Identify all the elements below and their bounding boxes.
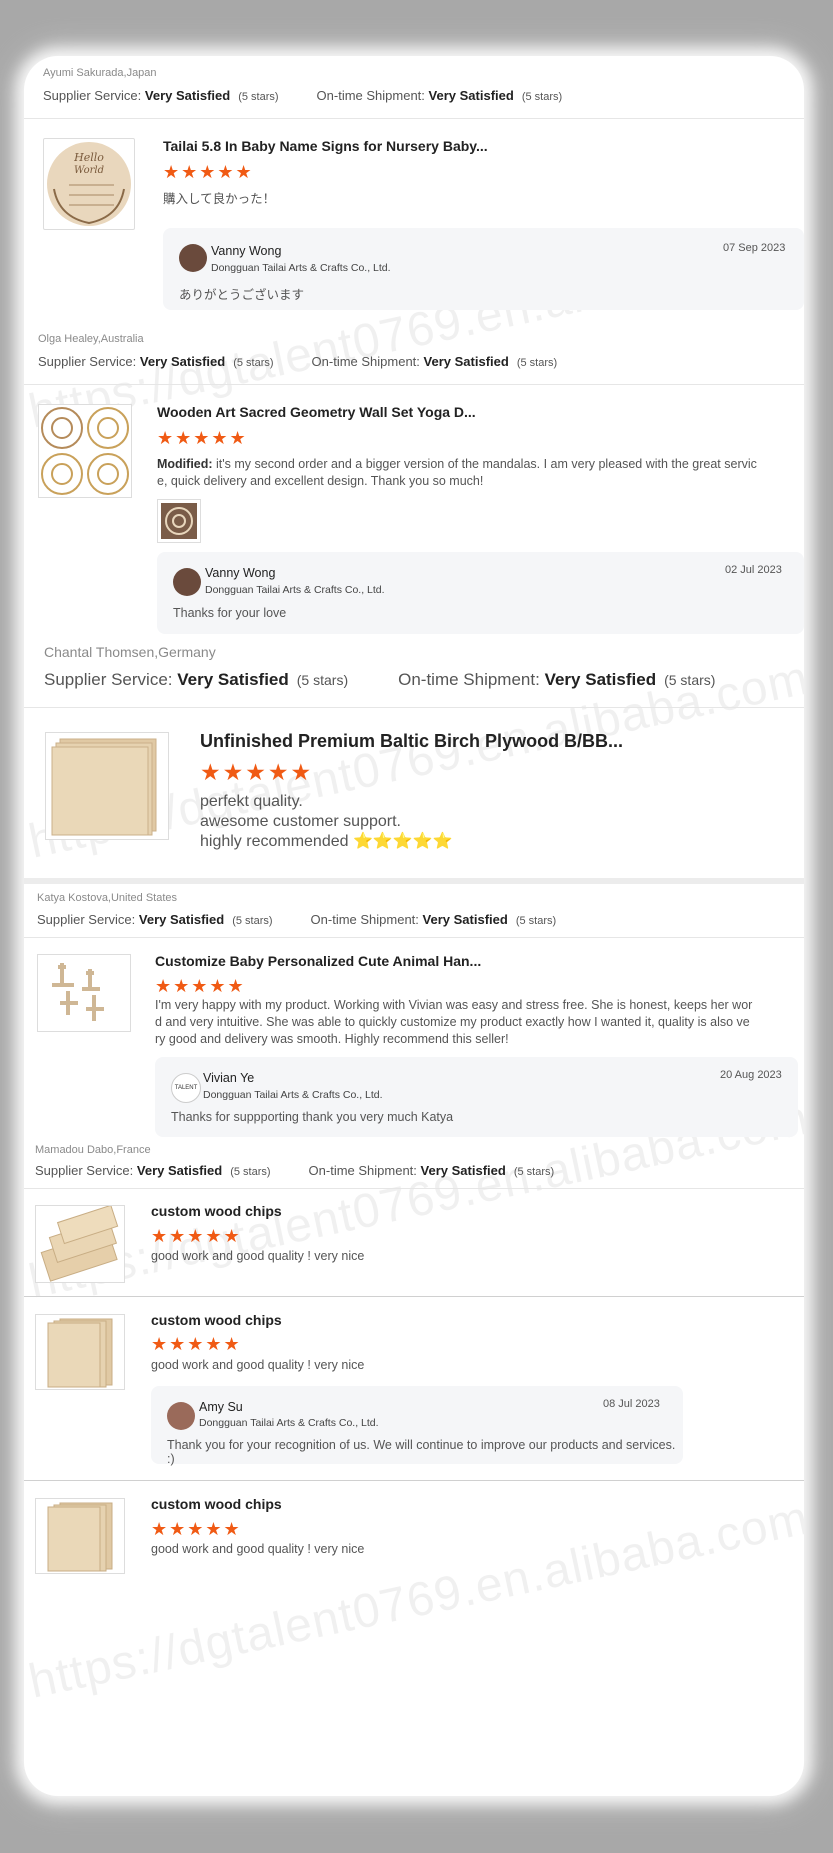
reply-message: Thank you for your recognition of us. We… — [167, 1438, 676, 1466]
avatar — [179, 244, 207, 272]
product-title[interactable]: Customize Baby Personalized Cute Animal … — [155, 953, 481, 969]
product-thumbnail[interactable] — [38, 404, 132, 498]
reply-date: 07 Sep 2023 — [723, 242, 786, 254]
satisfaction-row: Supplier Service: Very Satisfied (5 stars… — [44, 670, 716, 689]
product-thumbnail[interactable] — [35, 1498, 125, 1574]
rating-stars: ★★★★★ — [200, 759, 314, 785]
product-title[interactable]: Wooden Art Sacred Geometry Wall Set Yoga… — [157, 404, 476, 420]
reviews-card: https://dgtalent0769.en.alibaba.com/ htt… — [24, 56, 804, 1796]
reply-message: Thanks for suppporting thank you very mu… — [171, 1110, 454, 1124]
review-text: perfekt quality. awesome customer support… — [200, 793, 453, 850]
product-thumbnail[interactable] — [37, 954, 131, 1032]
avatar — [167, 1402, 195, 1430]
seller-reply: Vanny Wong Dongguan Tailai Arts & Crafts… — [157, 552, 804, 634]
svg-text:Hello: Hello — [73, 151, 104, 164]
product-title[interactable]: custom wood chips — [151, 1203, 282, 1219]
product-thumbnail[interactable] — [45, 732, 169, 840]
review-text: I'm very happy with my product. Working … — [155, 998, 753, 1046]
reply-date: 02 Jul 2023 — [725, 564, 782, 576]
satisfaction-row: Supplier Service: Very Satisfied (5 stars… — [35, 1163, 555, 1178]
product-title[interactable]: custom wood chips — [151, 1496, 282, 1512]
seller-reply: Vanny Wong Dongguan Tailai Arts & Crafts… — [163, 228, 804, 310]
reply-message: ありがとうございます — [179, 288, 305, 302]
product-title[interactable]: Tailai 5.8 In Baby Name Signs for Nurser… — [163, 138, 488, 154]
avatar — [173, 568, 201, 596]
review-text: Modified: it's my second order and a big… — [157, 457, 757, 488]
review-photo[interactable] — [157, 499, 201, 543]
reply-date: 20 Aug 2023 — [720, 1069, 782, 1081]
rating-stars: ★★★★★ — [163, 162, 254, 182]
rating-stars: ★★★★★ — [155, 976, 246, 996]
satisfaction-row: Supplier Service: Very Satisfied (5 stars… — [38, 354, 558, 369]
reply-company: Dongguan Tailai Arts & Crafts Co., Ltd. — [211, 262, 391, 274]
reply-company: Dongguan Tailai Arts & Crafts Co., Ltd. — [205, 584, 385, 596]
seller-reply: Amy Su Dongguan Tailai Arts & Crafts Co.… — [151, 1386, 683, 1466]
wood-sheets-image — [47, 1502, 113, 1572]
reply-company: Dongguan Tailai Arts & Crafts Co., Ltd. — [203, 1089, 383, 1101]
rating-stars: ★★★★★ — [157, 428, 248, 448]
rating-stars: ★★★★★ — [151, 1334, 242, 1354]
reply-message: Thanks for your love — [173, 606, 287, 620]
review-text: 購入して良かった！ — [163, 192, 276, 206]
plywood-image — [51, 738, 157, 836]
satisfaction-row: Supplier Service: Very Satisfied (5 stars… — [37, 912, 557, 927]
reply-author: Amy Su — [199, 1400, 243, 1414]
product-title[interactable]: custom wood chips — [151, 1312, 282, 1328]
mandala-image — [41, 407, 129, 495]
product-thumbnail[interactable]: Hello World — [43, 138, 135, 230]
reviewer-name: Olga Healey,Australia — [38, 333, 144, 345]
product-thumbnail[interactable] — [35, 1314, 125, 1390]
reviewer-name: Ayumi Sakurada,Japan — [43, 67, 157, 79]
reply-author: Vanny Wong — [211, 244, 282, 258]
review-text: good work and good quality ! very nice — [151, 1249, 365, 1263]
reviewer-name: Mamadou Dabo,France — [35, 1144, 151, 1156]
rating-stars: ★★★★★ — [151, 1519, 242, 1539]
hanger-image — [52, 963, 104, 1021]
review-text: good work and good quality ! very nice — [151, 1358, 365, 1372]
wood-chips-image — [40, 1204, 119, 1282]
review-photo-image — [161, 503, 197, 539]
reply-author: Vivian Ye — [203, 1071, 255, 1085]
rating-stars: ★★★★★ — [151, 1226, 242, 1246]
reply-author: Vanny Wong — [205, 566, 276, 580]
reply-company: Dongguan Tailai Arts & Crafts Co., Ltd. — [199, 1417, 379, 1429]
svg-text:World: World — [74, 165, 104, 176]
reviewer-name: Katya Kostova,United States — [37, 892, 178, 904]
emoji-stars: ⭐⭐⭐⭐⭐ — [352, 833, 453, 850]
wood-sheets-image — [47, 1318, 113, 1388]
avatar: TALENT — [171, 1073, 201, 1103]
seller-reply: TALENT Vivian Ye Dongguan Tailai Arts & … — [155, 1057, 798, 1137]
name-sign-image: Hello World — [47, 142, 131, 226]
reply-date: 08 Jul 2023 — [603, 1398, 660, 1410]
satisfaction-row: Supplier Service: Very Satisfied (5 stars… — [43, 88, 563, 103]
product-title[interactable]: Unfinished Premium Baltic Birch Plywood … — [200, 731, 623, 752]
reviewer-name: Chantal Thomsen,Germany — [44, 644, 216, 660]
review-text: good work and good quality ! very nice — [151, 1542, 365, 1556]
product-thumbnail[interactable] — [35, 1204, 125, 1283]
watermark-text: https://dgtalent0769.en.alibaba.com/ — [24, 1488, 804, 1709]
